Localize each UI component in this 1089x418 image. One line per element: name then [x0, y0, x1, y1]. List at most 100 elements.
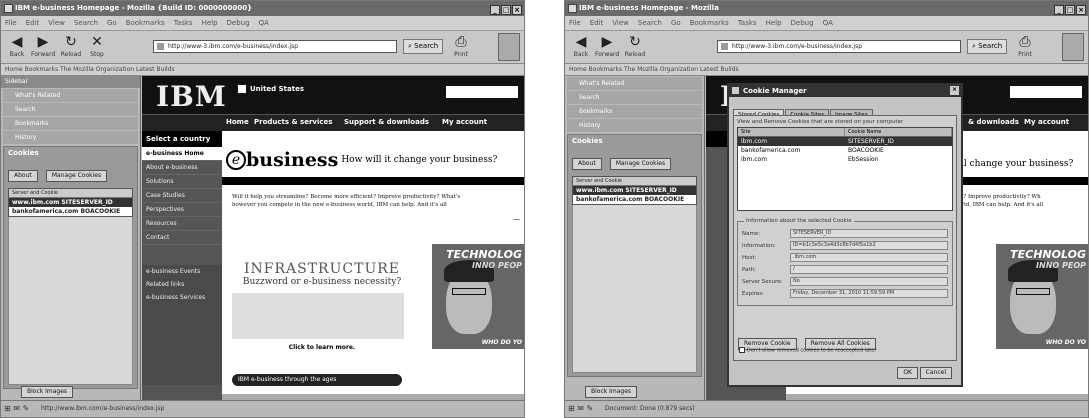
table-row[interactable]: ibm.com SITESERVER_ID: [738, 137, 952, 146]
left-nav-item[interactable]: About e-business: [142, 161, 222, 175]
menu-view[interactable]: View: [48, 19, 65, 27]
sidebar-item-history[interactable]: History: [567, 119, 702, 132]
cancel-button[interactable]: Cancel: [919, 367, 952, 379]
forward-button[interactable]: ▶ Forward: [31, 34, 55, 60]
manage-cookies-button[interactable]: Manage Cookies: [609, 158, 672, 170]
close-button[interactable]: ×: [512, 5, 522, 15]
cookie-list-header[interactable]: Server and Cookie: [573, 177, 696, 186]
block-images-button[interactable]: Block Images: [585, 386, 638, 398]
menu-file[interactable]: File: [5, 19, 17, 27]
menu-tasks[interactable]: Tasks: [174, 19, 193, 27]
minimize-button[interactable]: _: [1054, 5, 1064, 15]
menu-help[interactable]: Help: [202, 19, 218, 27]
dont-reaccept-checkbox[interactable]: Don't allow removed cookies to be reacce…: [739, 347, 876, 354]
sidebar-item-history[interactable]: History: [3, 131, 138, 144]
menu-go[interactable]: Go: [671, 19, 681, 27]
site-search-input[interactable]: [446, 86, 518, 98]
menu-debug[interactable]: Debug: [227, 19, 250, 27]
infra-image[interactable]: [232, 293, 404, 339]
infrastructure-promo[interactable]: INFRASTRUCTURE Buzzword or e-business nec…: [242, 261, 402, 287]
cookie-list-row[interactable]: www.ibm.com SITESERVER_ID: [9, 198, 132, 207]
sidebar-item-bookmarks[interactable]: Bookmarks: [567, 105, 702, 118]
nav-support[interactable]: & downloads: [968, 118, 1019, 126]
cookie-list-row[interactable]: bankofamerica.com BOACOOKIE: [9, 207, 132, 216]
nav-products[interactable]: Products & services: [254, 118, 332, 126]
table-row[interactable]: bankofamerica.com BOACOOKIE: [738, 146, 952, 155]
minimize-button[interactable]: _: [490, 5, 500, 15]
back-button[interactable]: ◀ Back: [5, 34, 29, 60]
personal-toolbar[interactable]: Home Bookmarks The Mozilla Organization …: [565, 64, 1088, 76]
menu-bookmarks[interactable]: Bookmarks: [690, 19, 729, 27]
left-nav-item[interactable]: Perspectives: [142, 203, 222, 217]
left-nav-item[interactable]: e-business Events: [142, 265, 222, 278]
personal-toolbar[interactable]: Home Bookmarks The Mozilla Organization …: [1, 64, 524, 76]
cookie-list-row[interactable]: bankofamerica.com BOACOOKIE: [573, 195, 696, 204]
column-cookie-name[interactable]: Cookie Name: [845, 128, 952, 136]
dialog-close-icon[interactable]: ×: [950, 86, 959, 95]
column-site[interactable]: Site: [738, 128, 845, 136]
search-button[interactable]: ⌕ Search: [967, 39, 1008, 54]
nav-home[interactable]: Home: [226, 118, 249, 126]
menu-view[interactable]: View: [612, 19, 629, 27]
left-nav-item[interactable]: Resources: [142, 217, 222, 231]
maximize-button[interactable]: □: [1065, 5, 1075, 15]
about-button[interactable]: About: [8, 170, 38, 182]
maximize-button[interactable]: □: [501, 5, 511, 15]
site-search-input[interactable]: [1010, 86, 1082, 98]
menu-help[interactable]: Help: [766, 19, 782, 27]
left-nav-item[interactable]: Related links: [142, 278, 222, 291]
stop-button[interactable]: ✕ Stop: [85, 34, 109, 60]
throbber-logo[interactable]: [498, 33, 520, 61]
technology-ad[interactable]: TECHNOLOG INNO PEOP WHO DO YO: [996, 244, 1088, 349]
sidebar-header[interactable]: Sidebar: [1, 76, 140, 88]
status-icons[interactable]: ⊞ ✉ ✎: [568, 404, 593, 413]
menu-search[interactable]: Search: [638, 19, 662, 27]
url-field[interactable]: http://www-3.ibm.com/e-business/index.js…: [717, 40, 961, 53]
menu-qa[interactable]: QA: [259, 19, 269, 27]
left-nav-item[interactable]: e-business Home: [142, 147, 222, 161]
left-nav-item[interactable]: Contact: [142, 231, 222, 245]
dialog-title-bar[interactable]: Cookie Manager ×: [729, 85, 961, 97]
sidebar-item-whats-related[interactable]: What's Related: [3, 89, 138, 102]
select-country-link[interactable]: Select a country: [142, 131, 222, 147]
print-button[interactable]: ⎙ Print: [1013, 34, 1037, 60]
ok-button[interactable]: OK: [897, 367, 918, 379]
forward-button[interactable]: ▶ Forward: [595, 34, 619, 60]
learn-more-link[interactable]: Click to learn more.: [242, 344, 402, 351]
cookie-list-row[interactable]: www.ibm.com SITESERVER_ID: [573, 186, 696, 195]
url-field[interactable]: http://www-3.ibm.com/e-business/index.js…: [153, 40, 397, 53]
nav-my-account[interactable]: My account: [442, 118, 487, 126]
menu-debug[interactable]: Debug: [791, 19, 814, 27]
reload-button[interactable]: ↻ Reload: [623, 34, 647, 60]
menu-edit[interactable]: Edit: [590, 19, 604, 27]
menu-file[interactable]: File: [569, 19, 581, 27]
search-button[interactable]: ⌕ Search: [403, 39, 444, 54]
sidebar-item-search[interactable]: Search: [3, 103, 138, 116]
sidebar-item-search[interactable]: Search: [567, 91, 702, 104]
manage-cookies-button[interactable]: Manage Cookies: [45, 170, 108, 182]
back-button[interactable]: ◀ Back: [569, 34, 593, 60]
nav-my-account[interactable]: My account: [1024, 118, 1069, 126]
about-button[interactable]: About: [572, 158, 602, 170]
left-nav-item[interactable]: Case Studies: [142, 189, 222, 203]
menu-tasks[interactable]: Tasks: [738, 19, 757, 27]
left-nav-item[interactable]: Solutions: [142, 175, 222, 189]
close-button[interactable]: ×: [1076, 5, 1086, 15]
ages-banner[interactable]: IBM e-business through the ages: [232, 374, 402, 386]
sidebar-item-bookmarks[interactable]: Bookmarks: [3, 117, 138, 130]
checkbox-box[interactable]: [739, 347, 745, 353]
menu-edit[interactable]: Edit: [26, 19, 40, 27]
sidebar-item-whats-related[interactable]: What's Related: [567, 77, 702, 90]
left-nav-item[interactable]: e-business Services: [142, 291, 222, 304]
throbber-logo[interactable]: [1062, 33, 1084, 61]
technology-ad[interactable]: TECHNOLOG INNO PEOP WHO DO YO: [432, 244, 524, 349]
reload-button[interactable]: ↻ Reload: [59, 34, 83, 60]
menu-go[interactable]: Go: [107, 19, 117, 27]
ibm-logo[interactable]: IBM: [156, 80, 227, 113]
cookie-list-header[interactable]: Server and Cookie: [9, 189, 132, 198]
block-images-button[interactable]: Block Images: [21, 386, 74, 398]
menu-qa[interactable]: QA: [823, 19, 833, 27]
nav-support[interactable]: Support & downloads: [344, 118, 429, 126]
print-button[interactable]: ⎙ Print: [449, 34, 473, 60]
table-row[interactable]: ibm.com EbSession: [738, 155, 952, 164]
